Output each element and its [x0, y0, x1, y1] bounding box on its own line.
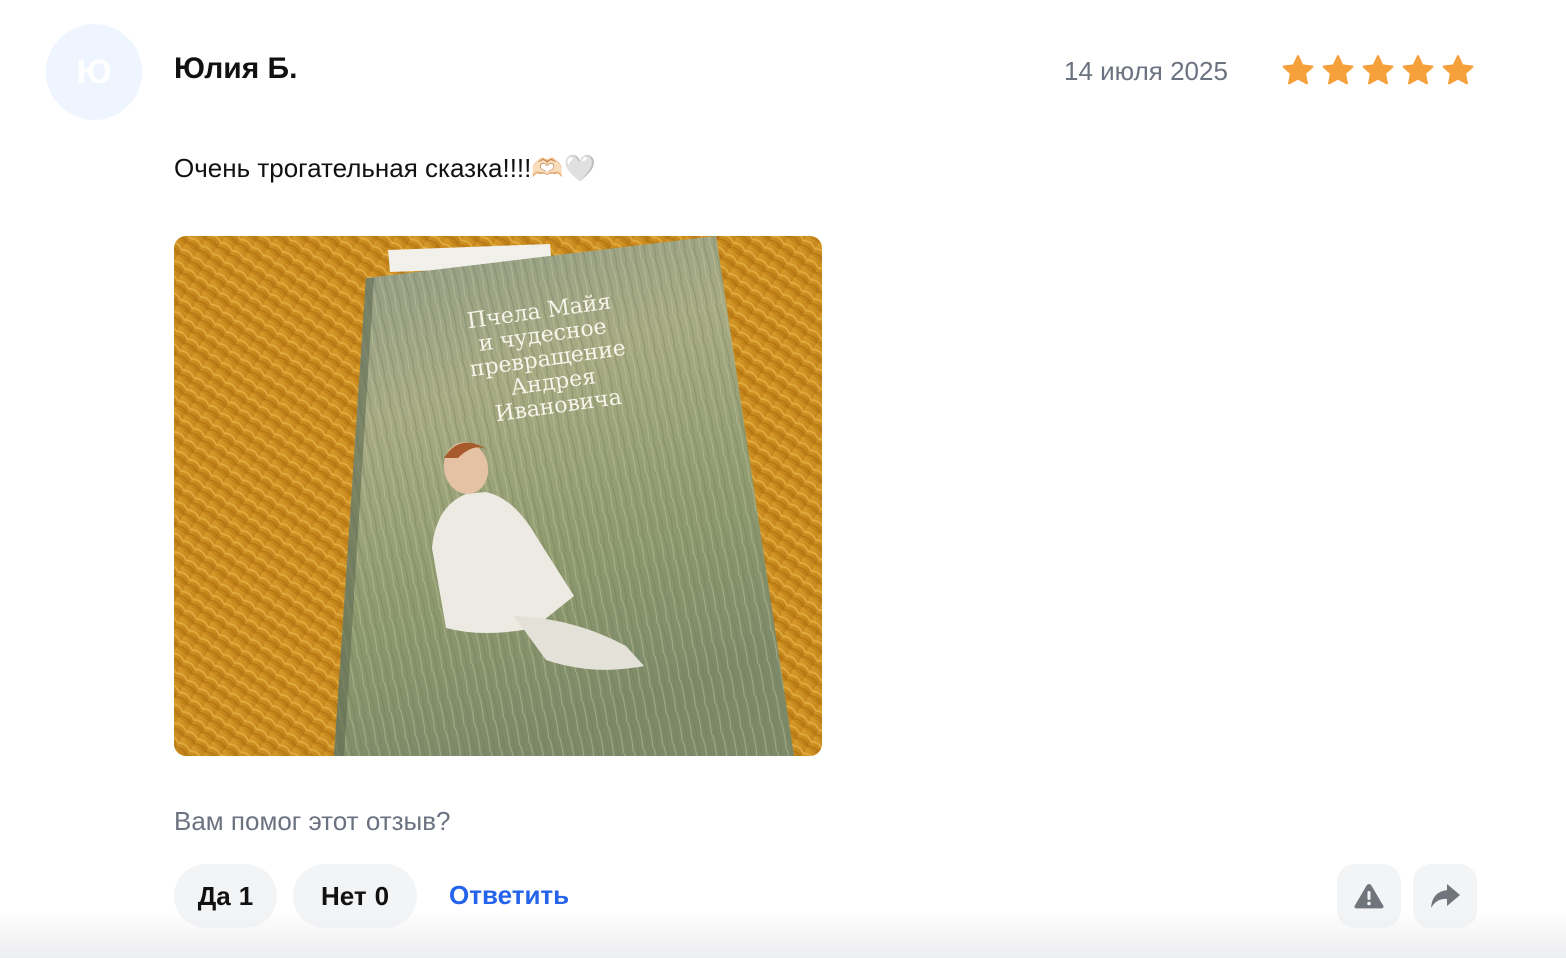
author-name: Юлия Б.: [174, 52, 298, 85]
vote-no-count: 0: [374, 880, 390, 911]
vote-no-button[interactable]: Нет 0: [293, 864, 417, 928]
star-icon: [1282, 55, 1314, 85]
review-text: Очень трогательная сказка!!!!🫶🏻🤍: [174, 153, 597, 183]
avatar-letter: Ю: [76, 52, 112, 91]
reply-button[interactable]: Ответить: [449, 880, 569, 911]
warning-triangle-icon: [1354, 884, 1384, 909]
review-card: Ю Юлия Б. 14 июля 2025 Очень трогательна…: [0, 0, 1566, 958]
review-photo[interactable]: Пчела Майя и чудесное превращение Андрея…: [174, 236, 822, 756]
star-icon: [1362, 55, 1394, 85]
star-icon: [1402, 55, 1434, 85]
star-icon: [1442, 55, 1474, 85]
vote-yes-count: 1: [238, 880, 254, 911]
report-button[interactable]: [1337, 864, 1401, 928]
vote-no-label: Нет: [320, 880, 367, 911]
helpful-question: Вам помог этот отзыв?: [174, 806, 451, 836]
vote-yes-label: Да: [197, 880, 231, 911]
book-photo-image: Пчела Майя и чудесное превращение Андрея…: [174, 236, 822, 756]
vote-yes-button[interactable]: Да 1: [174, 864, 277, 928]
star-icon: [1322, 55, 1354, 85]
review-date: 14 июля 2025: [1064, 56, 1228, 86]
avatar: Ю: [46, 24, 142, 120]
share-button[interactable]: [1413, 864, 1477, 928]
share-arrow-icon: [1431, 884, 1460, 908]
rating-stars: [1280, 53, 1476, 89]
